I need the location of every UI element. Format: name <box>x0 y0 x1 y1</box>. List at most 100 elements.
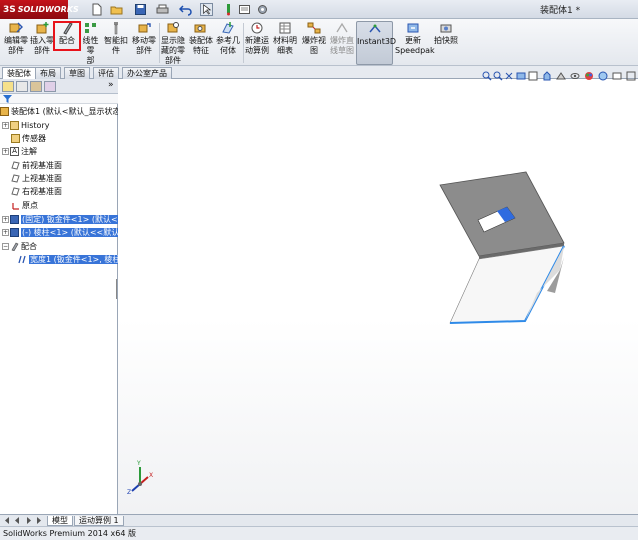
bill-of-materials-label-1: 材料明 <box>273 36 297 45</box>
tree-item-label: 前视基准面 <box>22 161 62 170</box>
tree-item-annotations[interactable]: + A 注解 <box>2 146 120 158</box>
edit-appearance-icon[interactable] <box>584 71 594 81</box>
edit-component-button[interactable]: 编辑零 部件 <box>3 21 29 65</box>
tab-scroll-arrows-icon[interactable] <box>3 516 43 525</box>
dynamic-annotation-icon[interactable] <box>528 71 538 81</box>
title-bar: 3S SOLIDWORKS 装配体1 * <box>0 0 638 19</box>
view-settings-icon[interactable] <box>612 71 622 81</box>
tree-item-label: (固定) 钣金件<1> (默认<< <box>21 215 120 224</box>
tree-item-label: (-) 棱柱<1> (默认<<默认> <box>21 228 120 237</box>
appearance-manager-tab[interactable] <box>44 81 56 92</box>
sensors-folder-icon <box>11 134 20 143</box>
smart-fasteners-button[interactable]: 智能扣 件 <box>104 21 128 65</box>
tab-model[interactable]: 模型 <box>47 516 73 526</box>
instant3d-icon <box>368 24 381 33</box>
move-component-label-2: 部件 <box>136 46 152 55</box>
tree-item-label: History <box>21 121 50 130</box>
tree-item-sheet-metal-part[interactable]: + (固定) 钣金件<1> (默认<< <box>2 214 120 226</box>
assembly-features-icon <box>194 24 206 33</box>
undo-icon[interactable] <box>179 3 192 16</box>
select-pointer-icon[interactable] <box>200 3 213 16</box>
linear-pattern-label-1: 线性零 <box>82 36 99 55</box>
take-snapshot-button[interactable]: 拍快照 <box>433 21 459 65</box>
filter-funnel-icon[interactable] <box>3 95 13 103</box>
tab-sketch[interactable]: 草图 <box>64 67 90 79</box>
open-folder-icon[interactable] <box>110 3 123 16</box>
show-hidden-label-3: 部件 <box>165 56 181 65</box>
move-component-button[interactable]: 移动零 部件 <box>131 21 157 65</box>
tab-layout[interactable]: 布局 <box>35 67 61 79</box>
lower-plate[interactable] <box>449 245 565 324</box>
zoom-area-icon[interactable] <box>493 71 503 81</box>
expand-icon[interactable]: + <box>2 216 9 223</box>
reference-geometry-label-1: 参考几 <box>216 36 240 45</box>
tree-root-label: 装配体1 (默认<默认_显示状态 <box>11 107 118 116</box>
assembly-features-label-2: 特征 <box>193 46 209 55</box>
tab-assembly[interactable]: 装配体 <box>2 67 36 79</box>
expand-icon[interactable]: + <box>2 148 9 155</box>
view-orientation-icon[interactable] <box>542 71 552 81</box>
insert-component-button[interactable]: 插入零 部件 <box>30 21 54 65</box>
previous-view-icon[interactable] <box>504 71 514 81</box>
expand-icon[interactable]: + <box>2 122 9 129</box>
explode-line-sketch-button[interactable]: 爆炸直 线草图 <box>329 21 355 65</box>
hide-show-items-icon[interactable] <box>570 71 580 81</box>
show-hidden-components-button[interactable]: 显示隐 藏的零 部件 <box>160 21 186 65</box>
print-icon[interactable] <box>156 3 169 16</box>
tree-item-mates[interactable]: − 配合 <box>2 241 120 253</box>
assembly-features-button[interactable]: 装配体 特征 <box>189 21 213 65</box>
take-snapshot-label: 拍快照 <box>434 36 458 45</box>
exploded-view-button[interactable]: 爆炸视 图 <box>301 21 327 65</box>
exploded-view-label-2: 图 <box>310 46 318 55</box>
save-icon[interactable] <box>134 3 147 16</box>
snapshot-camera-icon <box>440 24 452 33</box>
plane-icon <box>11 161 20 170</box>
tab-motion-study-1[interactable]: 运动算例 1 <box>74 516 124 526</box>
reference-geometry-button[interactable]: 参考几 何体 <box>215 21 241 65</box>
new-motion-study-button[interactable]: 新建运 动算例 <box>244 21 270 65</box>
explode-line-sketch-label-2: 线草图 <box>330 46 354 55</box>
file-properties-icon[interactable] <box>238 3 251 16</box>
status-bar: SolidWorks Premium 2014 x64 版 <box>0 526 638 540</box>
tree-item-prism-part[interactable]: + (-) 棱柱<1> (默认<<默认> <box>2 227 120 239</box>
configuration-manager-tab[interactable] <box>30 81 42 92</box>
feature-manager-tab[interactable] <box>2 81 14 92</box>
apply-scene-icon[interactable] <box>598 71 608 81</box>
new-document-icon[interactable] <box>90 3 103 16</box>
show-hidden-label-2: 藏的零 <box>161 46 185 55</box>
bottom-tabs-bar: 模型 运动算例 1 <box>0 514 638 526</box>
expand-icon[interactable]: + <box>2 229 9 236</box>
plane-icon <box>11 187 20 196</box>
tree-item-right-plane[interactable]: 右视基准面 <box>11 186 129 198</box>
property-manager-tab[interactable] <box>16 81 28 92</box>
collapse-icon[interactable]: − <box>2 243 9 250</box>
triad-x-axis: X <box>149 472 153 479</box>
expand-panel-icon[interactable]: » <box>108 80 114 90</box>
update-speedpak-button[interactable]: 更新 Speedpak <box>395 21 435 65</box>
tree-root[interactable]: 装配体1 (默认<默认_显示状态 <box>0 106 118 118</box>
show-hidden-icon <box>167 22 179 33</box>
maximize-viewport-icon[interactable] <box>626 71 636 81</box>
zoom-to-fit-icon[interactable] <box>482 71 492 81</box>
instant3d-button[interactable]: Instant3D <box>356 21 396 65</box>
bill-of-materials-button[interactable]: 材料明 细表 <box>272 21 298 65</box>
tree-item-origin[interactable]: 原点 <box>11 200 129 212</box>
edit-component-label-1: 编辑零 <box>4 36 28 45</box>
logo-text: SOLIDWORKS <box>17 5 79 14</box>
update-speedpak-label-2: Speedpak <box>395 46 435 55</box>
rebuild-icon[interactable] <box>222 3 235 16</box>
solidworks-logo[interactable]: 3S SOLIDWORKS <box>0 0 79 19</box>
display-style-icon[interactable] <box>556 71 566 81</box>
orientation-triad[interactable]: Y X Z <box>127 460 153 496</box>
motion-study-label-2: 动算例 <box>245 46 269 55</box>
tree-item-front-plane[interactable]: 前视基准面 <box>11 160 129 172</box>
linear-component-pattern-button[interactable]: 线性零 部件... <box>79 21 102 75</box>
section-view-icon[interactable] <box>516 71 526 81</box>
tree-item-sensors[interactable]: 传感器 <box>11 133 129 145</box>
graphics-area[interactable]: Y X Z <box>118 79 638 514</box>
tree-item-top-plane[interactable]: 上视基准面 <box>11 173 129 185</box>
tab-office-products[interactable]: 办公室产品 <box>122 67 172 79</box>
tab-evaluate[interactable]: 评估 <box>93 67 119 79</box>
options-gear-icon[interactable] <box>256 3 269 16</box>
tree-item-history[interactable]: + History <box>2 120 120 132</box>
